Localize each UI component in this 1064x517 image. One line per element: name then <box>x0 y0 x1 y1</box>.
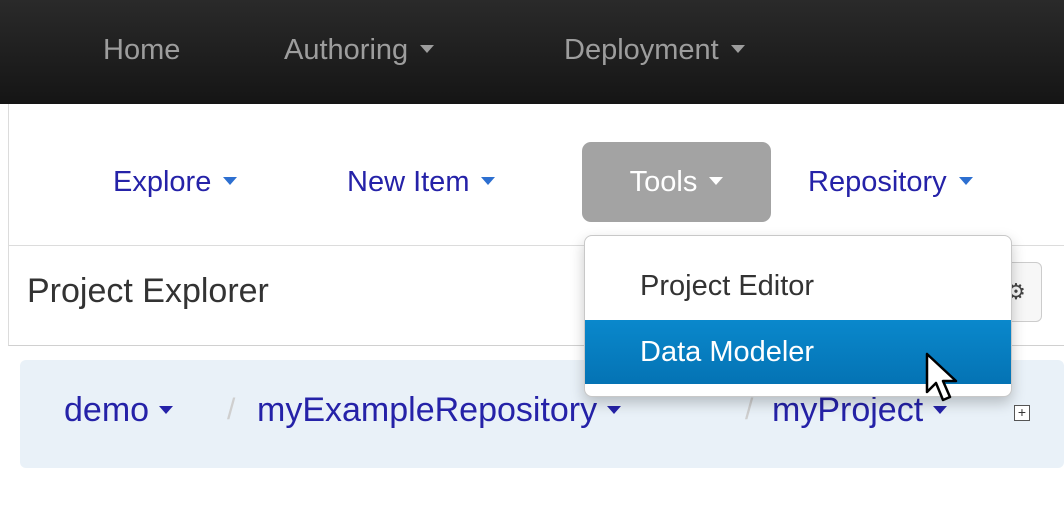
chevron-down-icon <box>730 45 745 54</box>
nav-authoring-label: Authoring <box>284 34 409 66</box>
nav-deployment[interactable]: Deployment <box>564 26 745 74</box>
nav-home-label: Home <box>103 34 181 66</box>
chevron-down-icon <box>481 177 496 186</box>
top-navbar: Home Authoring Deployment <box>0 0 1064 104</box>
chevron-down-icon <box>709 177 724 186</box>
mouse-pointer-icon <box>925 352 958 402</box>
breadcrumb-label: myExampleRepository <box>257 391 598 429</box>
breadcrumb-label: demo <box>64 391 150 429</box>
nav-deployment-label: Deployment <box>564 34 719 66</box>
new-item-label: New Item <box>347 166 470 198</box>
breadcrumb-item-demo[interactable]: demo <box>64 385 174 435</box>
repository-menu[interactable]: Repository <box>808 142 973 222</box>
chevron-down-icon <box>607 406 622 415</box>
chevron-down-icon <box>933 406 948 415</box>
tools-menu-button[interactable]: Tools <box>582 142 771 222</box>
chevron-down-icon <box>420 45 435 54</box>
explore-label: Explore <box>113 166 212 198</box>
breadcrumb-separator: / <box>227 393 236 426</box>
explore-menu[interactable]: Explore <box>113 142 238 222</box>
plus-box-icon[interactable]: + <box>1014 405 1030 421</box>
tools-label: Tools <box>629 166 698 198</box>
breadcrumb-item-repository[interactable]: myExampleRepository <box>257 385 622 435</box>
repository-label: Repository <box>808 166 947 198</box>
panel-title: Project Explorer <box>27 272 269 310</box>
nav-authoring[interactable]: Authoring <box>284 26 435 74</box>
new-item-menu[interactable]: New Item <box>347 142 496 222</box>
menu-item-project-editor[interactable]: Project Editor <box>585 254 1011 318</box>
chevron-down-icon <box>958 177 973 186</box>
nav-home[interactable]: Home <box>103 26 180 74</box>
chevron-down-icon <box>159 406 174 415</box>
chevron-down-icon <box>223 177 238 186</box>
workbench-page: Home Authoring Deployment Explore New It… <box>0 0 1064 517</box>
